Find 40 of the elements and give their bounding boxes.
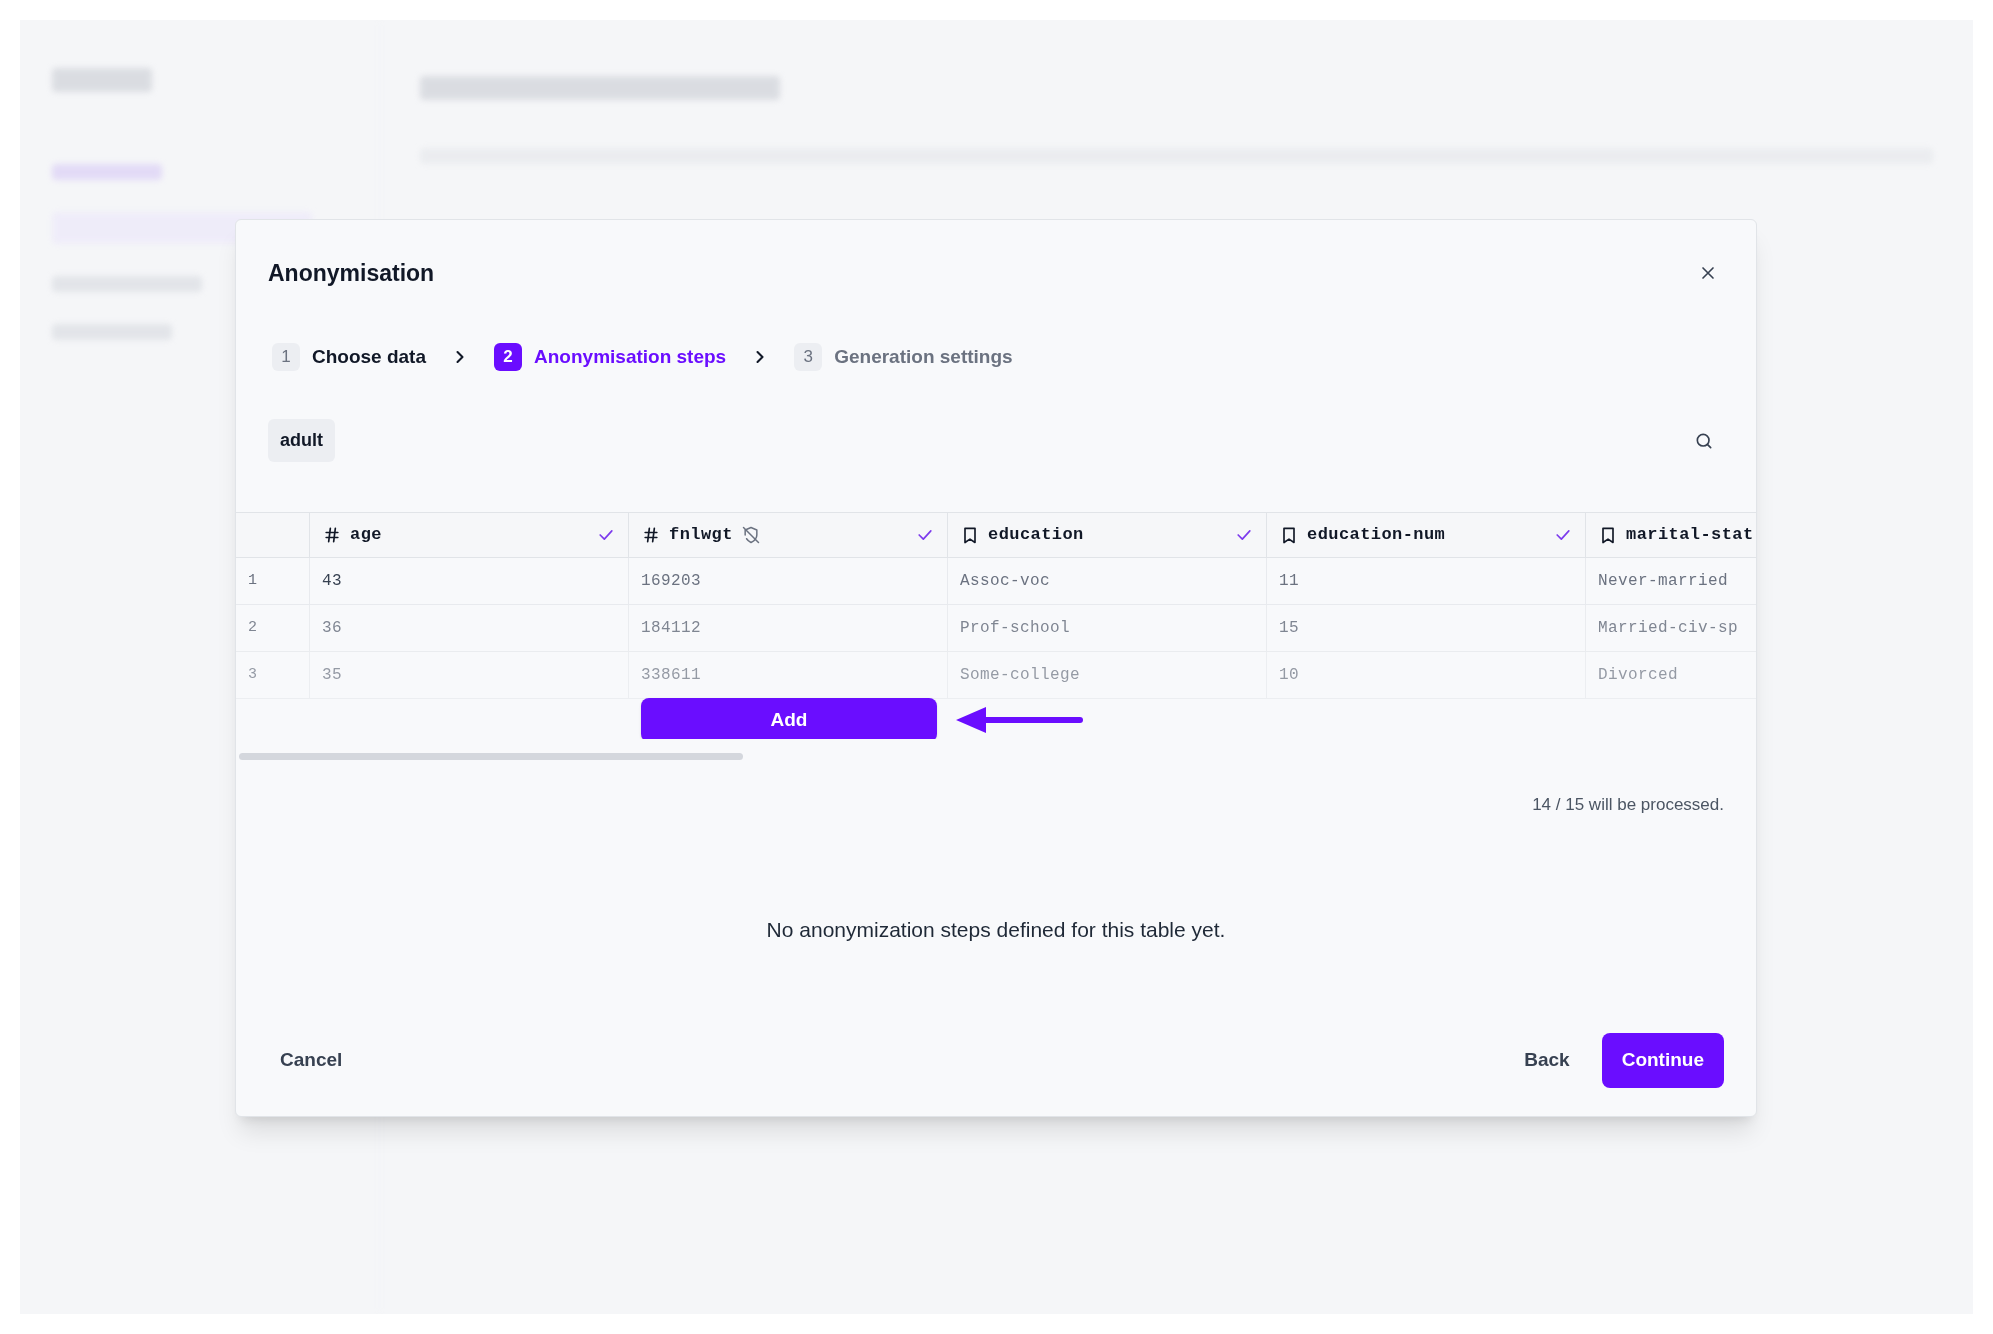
table-cell-text: Some-college [960,665,1081,686]
table-cell-text: 169203 [641,571,701,592]
column-header[interactable]: education-num [1267,513,1586,557]
row-number: 1 [248,570,257,591]
scrollbar[interactable] [239,753,743,760]
step-label[interactable]: Generation settings [834,342,1013,371]
add-button[interactable]: Add [641,698,937,739]
table-cell-text: 10 [1279,665,1299,686]
table-cell-text: 184112 [641,618,701,639]
table-cell-text: 338611 [641,665,701,686]
table-cell-text: Prof-school [960,618,1071,639]
step-label[interactable]: Anonymisation steps [534,342,727,371]
table-cell-text: 35 [322,665,342,686]
table-cell-text: Married-civ-sp [1598,618,1739,639]
row-number: 2 [248,617,257,638]
column-header[interactable]: marital-stat [1586,513,1756,557]
hash-icon [322,525,342,545]
back-button[interactable]: Back [1508,1034,1586,1087]
empty-message: No anonymization steps defined for this table yet. [766,916,1226,943]
column-header[interactable]: education [948,513,1267,557]
table-cell-text: 11 [1279,571,1299,592]
processed-note: 14 / 15 will be processed. [1532,794,1724,816]
table-cell-text: 36 [322,618,342,639]
table-cell-text: 43 [322,571,342,592]
table-cell-text: 15 [1279,618,1299,639]
column-header[interactable]: fnlwgt [629,513,948,557]
dialog-title: Anonymisation [268,259,435,288]
column-header[interactable]: age [310,513,629,557]
step-number: 2 [494,342,523,371]
continue-button[interactable]: Continue [1601,1033,1724,1088]
step-number: 3 [794,342,823,371]
row-number: 3 [248,664,257,685]
step-label[interactable]: Choose data [312,342,427,371]
step-number: 1 [272,342,300,371]
table-cell-text: Never-married [1598,571,1729,592]
hash-icon [641,525,661,545]
table-tag[interactable]: adult [268,419,335,462]
cancel-button[interactable]: Cancel [268,1034,355,1087]
table-cell-text: Divorced [1598,665,1678,686]
table-cell-text: Assoc-voc [960,571,1050,592]
